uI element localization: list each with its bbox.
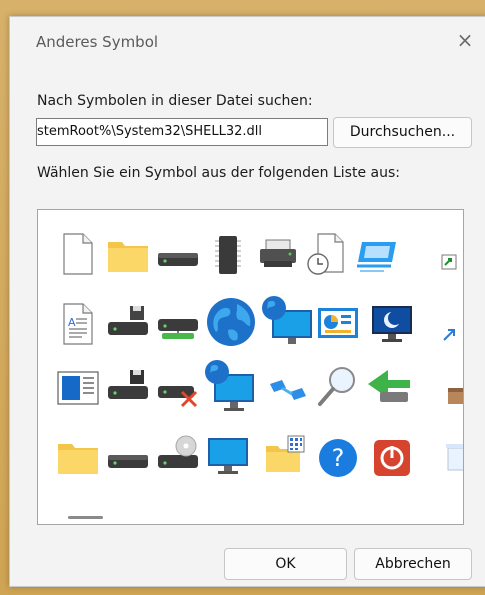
change-icon-dialog: Anderes Symbol × Nach Symbolen in dieser… — [9, 16, 485, 587]
globe-icon[interactable] — [202, 292, 260, 350]
drive-icon[interactable] — [152, 228, 204, 280]
network-window-icon[interactable] — [352, 228, 404, 280]
memory-chip-icon[interactable] — [202, 228, 254, 280]
path-input[interactable]: stemRoot%\System32\SHELL32.dll — [36, 118, 328, 146]
ok-button[interactable]: OK — [224, 548, 347, 580]
drive-icon[interactable] — [102, 430, 154, 482]
drive-error-icon[interactable] — [152, 362, 204, 414]
document-clock-icon[interactable] — [302, 228, 354, 280]
globe-monitor-icon[interactable] — [260, 292, 316, 350]
network-connection-icon[interactable] — [262, 362, 314, 414]
cd-drive-icon[interactable] — [152, 430, 204, 482]
floppy-drive-icon[interactable] — [102, 298, 154, 350]
floppy-drive-dark-icon[interactable] — [102, 362, 154, 414]
svg-text:A: A — [68, 316, 76, 329]
cancel-button[interactable]: Abbrechen — [354, 548, 472, 580]
shutdown-icon[interactable] — [366, 430, 418, 482]
titlebar: Anderes Symbol × — [10, 17, 485, 65]
display-moon-icon[interactable] — [366, 298, 418, 350]
globe-monitor-network-icon[interactable] — [202, 358, 260, 416]
search-label: Nach Symbolen in dieser Datei suchen: — [37, 93, 313, 109]
browse-button[interactable]: Durchsuchen... — [333, 117, 472, 148]
shortcut-arrow-icon[interactable] — [438, 250, 463, 302]
help-icon[interactable]: ? — [312, 430, 364, 482]
svg-text:?: ? — [332, 444, 345, 472]
monitor-icon[interactable] — [202, 430, 254, 482]
folder-icon[interactable] — [52, 430, 104, 482]
magnifier-icon[interactable] — [312, 362, 364, 414]
recycle-arrow-icon[interactable] — [362, 358, 420, 416]
shortcut-arrow-small-icon[interactable] — [438, 320, 463, 372]
close-icon[interactable]: × — [453, 28, 477, 52]
trash-icon[interactable] — [444, 430, 463, 482]
document-icon[interactable] — [52, 228, 104, 280]
dialog-title: Anderes Symbol — [36, 33, 159, 51]
folder-grid-icon[interactable] — [262, 430, 314, 482]
control-panel-icon[interactable] — [312, 298, 364, 350]
icon-list[interactable]: A ? — [37, 209, 464, 525]
text-document-icon[interactable]: A — [52, 298, 104, 350]
folder-icon[interactable] — [102, 228, 154, 280]
scroll-thumb[interactable] — [68, 516, 103, 519]
horizontal-scrollbar[interactable] — [40, 508, 460, 522]
network-drive-icon[interactable] — [152, 298, 204, 350]
list-label: Wählen Sie ein Symbol aus der folgenden … — [37, 165, 400, 181]
printer-icon[interactable] — [252, 228, 304, 280]
window-list-icon[interactable] — [52, 362, 104, 414]
box-icon[interactable] — [444, 370, 463, 422]
